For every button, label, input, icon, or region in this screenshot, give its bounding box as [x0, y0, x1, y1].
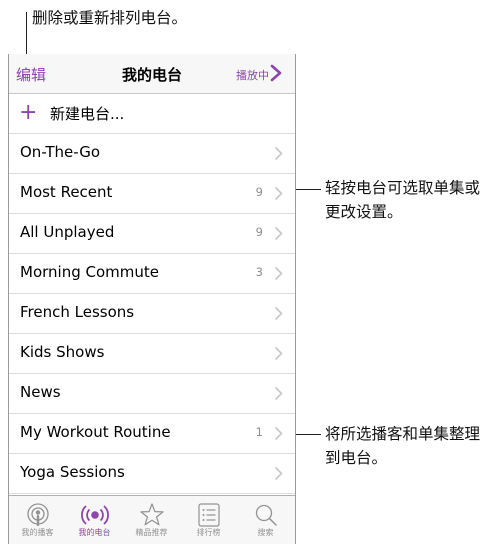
chevron-right-icon — [274, 426, 283, 441]
chevron-right-icon — [274, 346, 283, 361]
station-row[interactable]: On-The-Go — [9, 134, 295, 174]
now-playing-button[interactable]: 播放中 — [236, 67, 269, 83]
chevron-right-icon — [274, 266, 283, 281]
chevron-right-icon — [274, 146, 283, 161]
station-label: Yoga Sessions — [20, 463, 125, 481]
tab-label: 精品推荐 — [135, 528, 168, 537]
chevron-right-icon — [274, 306, 283, 321]
station-label: Morning Commute — [20, 263, 159, 281]
station-list: + 新建电台... On-The-Go Most Recent 9 All Unpla… — [9, 94, 295, 494]
callout-station-tap: 轻按电台可选取单集或更改设置。 — [325, 179, 481, 221]
station-row[interactable]: My Workout Routine 1 — [9, 414, 295, 454]
tab-label: 排行榜 — [196, 528, 221, 537]
navigation-bar: 编辑 我的电台 播放中 — [9, 54, 295, 94]
tab-label: 我的播客 — [21, 528, 54, 537]
station-label: Most Recent — [20, 183, 113, 201]
station-row[interactable]: Morning Commute 3 — [9, 254, 295, 294]
chevron-right-icon — [274, 226, 283, 241]
episode-count: 3 — [255, 265, 263, 279]
star-icon — [140, 503, 164, 526]
search-icon — [255, 504, 277, 526]
tab-label: 搜索 — [257, 528, 274, 537]
chevron-right-icon — [274, 386, 283, 401]
station-row[interactable]: French Lessons — [9, 294, 295, 334]
episode-count: 9 — [255, 225, 263, 239]
station-row[interactable]: News — [9, 374, 295, 414]
station-label: French Lessons — [20, 303, 135, 321]
phone-screen: 编辑 我的电台 播放中 + 新建电台... On-The-Go Most Rece… — [8, 54, 296, 544]
chevron-right-icon[interactable] — [267, 63, 285, 83]
station-row[interactable]: All Unplayed 9 — [9, 214, 295, 254]
chevron-right-icon — [274, 466, 283, 481]
callout-organize: 将所选播客和单集整理到电台。 — [325, 425, 481, 467]
list-icon — [198, 503, 220, 527]
episode-count: 9 — [255, 185, 263, 199]
station-label: News — [20, 383, 61, 401]
station-label: Kids Shows — [20, 343, 105, 361]
episode-count: 1 — [255, 425, 263, 439]
plus-icon: + — [19, 100, 38, 125]
callout-edit: 删除或重新排列电台。 — [32, 9, 188, 27]
station-row[interactable]: Most Recent 9 — [9, 174, 295, 214]
station-label: All Unplayed — [20, 223, 115, 241]
station-label: On-The-Go — [20, 143, 101, 161]
chevron-right-icon — [274, 186, 283, 201]
broadcast-icon — [81, 505, 109, 525]
station-row[interactable]: Kids Shows — [9, 334, 295, 374]
new-station-label: 新建电台... — [50, 105, 125, 123]
podcast-icon — [27, 503, 49, 526]
station-row[interactable]: Yoga Sessions — [9, 454, 295, 494]
tab-label: 我的电台 — [78, 528, 111, 537]
new-station-row[interactable]: + 新建电台... — [9, 94, 295, 134]
station-label: My Workout Routine — [20, 423, 171, 441]
